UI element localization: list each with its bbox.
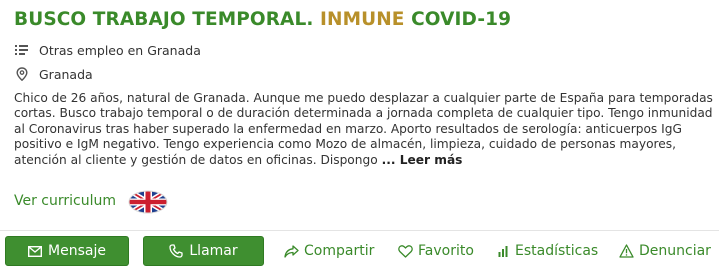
divider bbox=[0, 230, 719, 231]
description-text: Chico de 26 años, natural de Granada. Au… bbox=[14, 91, 713, 167]
location-label: Granada bbox=[39, 66, 93, 82]
ad-card: BUSCO TRABAJO TEMPORAL. INMUNE COVID-19 … bbox=[0, 0, 719, 277]
ad-title[interactable]: BUSCO TRABAJO TEMPORAL. INMUNE COVID-19 bbox=[14, 9, 511, 30]
share-label: Compartir bbox=[304, 243, 375, 259]
share-icon bbox=[284, 244, 299, 258]
heart-icon bbox=[398, 244, 413, 258]
title-text: BUSCO TRABAJO TEMPORAL. bbox=[14, 9, 314, 30]
report-action[interactable]: Denunciar bbox=[619, 241, 711, 261]
report-label: Denunciar bbox=[639, 243, 711, 259]
uk-flag-icon bbox=[128, 190, 168, 214]
phone-icon bbox=[169, 244, 184, 258]
warning-icon bbox=[619, 244, 634, 258]
location-pin-icon bbox=[15, 67, 29, 81]
list-icon bbox=[15, 43, 29, 57]
location-row: Granada bbox=[15, 65, 93, 83]
bar-chart-icon bbox=[498, 245, 510, 257]
category-row: Otras empleo en Granada bbox=[15, 41, 201, 59]
message-button-label: Mensaje bbox=[48, 243, 106, 259]
ad-description: Chico de 26 años, natural de Granada. Au… bbox=[14, 91, 714, 168]
message-button[interactable]: Mensaje bbox=[5, 236, 129, 266]
category-label[interactable]: Otras empleo en Granada bbox=[39, 43, 201, 58]
call-button[interactable]: Llamar bbox=[143, 236, 264, 266]
favorite-action[interactable]: Favorito bbox=[398, 241, 474, 261]
envelope-icon bbox=[28, 245, 43, 257]
favorite-label: Favorito bbox=[418, 243, 474, 259]
call-button-label: Llamar bbox=[189, 243, 238, 259]
title-highlight: INMUNE bbox=[320, 9, 405, 30]
title-text-end: COVID-19 bbox=[411, 9, 512, 30]
statistics-action[interactable]: Estadísticas bbox=[498, 241, 598, 261]
statistics-label: Estadísticas bbox=[515, 243, 599, 259]
share-action[interactable]: Compartir bbox=[284, 241, 374, 261]
read-more-link[interactable]: ... Leer más bbox=[382, 153, 463, 167]
view-curriculum-link[interactable]: Ver curriculum bbox=[14, 193, 116, 209]
